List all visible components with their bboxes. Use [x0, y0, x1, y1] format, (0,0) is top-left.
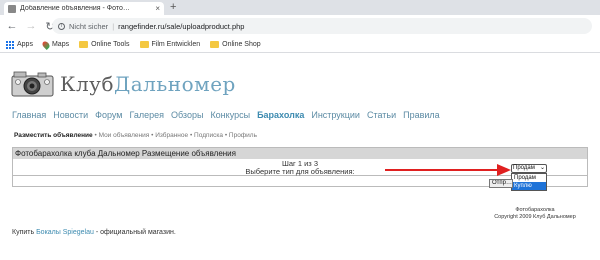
tab-title: Добавление объявления - Фото…: [20, 5, 130, 12]
bookmark-label: Online Shop: [222, 41, 261, 48]
camera-logo-icon[interactable]: [10, 68, 55, 100]
bookmark-online-shop[interactable]: Online Shop: [210, 41, 261, 48]
subnav-item-subscription[interactable]: Подписка: [194, 132, 223, 139]
security-label: Nicht sicher: [69, 21, 109, 31]
logo-main: Клуб: [60, 72, 114, 96]
nav-item-rules[interactable]: Правила: [403, 110, 440, 120]
back-button[interactable]: ←: [5, 20, 19, 32]
new-tab-button[interactable]: +: [170, 1, 176, 14]
ad-type-select[interactable]: Продам ⌄: [511, 164, 547, 173]
subnav-item-my-ads[interactable]: Мои объявления: [99, 132, 150, 139]
browser-tab[interactable]: Добавление объявления - Фото… ×: [4, 2, 164, 15]
apps-icon: [6, 40, 14, 49]
nav-item-home[interactable]: Главная: [12, 110, 46, 120]
chevron-down-icon: ⌄: [539, 165, 545, 171]
subnav-separator: •: [151, 132, 154, 139]
address-separator: |: [112, 21, 115, 31]
shop-link[interactable]: Бокалы Spiegelau: [36, 229, 94, 236]
nav-item-flea-market[interactable]: Барахолка: [257, 110, 304, 120]
shop-promo: Купить Бокалы Spiegelau - официальный ма…: [12, 229, 176, 236]
close-tab-icon[interactable]: ×: [155, 4, 160, 13]
logo-accent: Дальномер: [114, 72, 236, 96]
select-value: Продам: [513, 165, 535, 171]
browser-tab-bar: Добавление объявления - Фото… × +: [0, 0, 600, 15]
main-navigation: Главная Новости Форум Галерея Обзоры Кон…: [12, 110, 440, 120]
bookmark-online-tools[interactable]: Online Tools: [79, 41, 130, 48]
browser-toolbar: ← → ↻ i Nicht sicher | rangefinder.ru/sa…: [0, 15, 600, 37]
subnav-item-post-ad[interactable]: Разместить объявление: [14, 132, 93, 139]
bookmark-label: Online Tools: [91, 41, 130, 48]
bookmarks-bar: Apps Maps Online Tools Film Entwicklen O…: [0, 37, 600, 53]
forward-button[interactable]: →: [24, 20, 38, 32]
address-bar[interactable]: i Nicht sicher | rangefinder.ru/sale/upl…: [52, 18, 592, 34]
site-logo-text[interactable]: КлубДальномер: [60, 72, 236, 96]
nav-item-forum[interactable]: Форум: [95, 110, 122, 120]
subnav-separator: •: [94, 132, 97, 139]
option-sell[interactable]: Продам: [512, 174, 546, 182]
folder-icon: [210, 41, 220, 48]
red-arrow-annotation: [385, 164, 511, 176]
footer-copyright-line: Copyright 2009 Клуб Дальномер: [494, 214, 576, 220]
subnav-separator: •: [224, 132, 228, 139]
sub-navigation: Разместить объявление • Мои объявления •…: [14, 132, 257, 139]
bookmark-label: Film Entwicklen: [151, 41, 201, 48]
bookmark-label: Apps: [17, 41, 33, 48]
nav-item-articles[interactable]: Статьи: [367, 110, 396, 120]
url-text[interactable]: rangefinder.ru/sale/uploadproduct.php: [118, 22, 244, 31]
info-icon[interactable]: i: [58, 22, 65, 30]
bookmark-maps[interactable]: Maps: [41, 39, 70, 50]
option-buy[interactable]: Куплю: [512, 182, 546, 190]
nav-item-contests[interactable]: Конкурсы: [210, 110, 250, 120]
bookmark-apps[interactable]: Apps: [6, 40, 33, 49]
site-favicon-icon: [8, 4, 16, 13]
nav-item-gallery[interactable]: Галерея: [129, 110, 164, 120]
form-header: Фотобарахолка клуба Дальномер Размещение…: [13, 148, 587, 159]
folder-icon: [139, 41, 149, 48]
footer-brand-line: Фотобарахолка: [515, 207, 555, 213]
bookmark-label: Maps: [51, 41, 70, 48]
footer-copyright: Фотобарахолка Copyright 2009 Клуб Дально…: [480, 207, 590, 221]
shop-suffix: - официальный магазин.: [93, 229, 176, 236]
ad-type-dropdown: Продам Куплю: [511, 173, 547, 191]
subnav-item-profile[interactable]: Профиль: [229, 132, 257, 139]
subnav-separator: •: [189, 132, 193, 139]
submit-button[interactable]: Отпр…: [489, 179, 513, 188]
folder-icon: [79, 41, 89, 48]
nav-item-news[interactable]: Новости: [53, 110, 88, 120]
maps-icon: [41, 39, 51, 50]
bookmark-film-entwicklen[interactable]: Film Entwicklen: [139, 41, 201, 48]
nav-item-reviews[interactable]: Обзоры: [171, 110, 203, 120]
subnav-item-favorites[interactable]: Избранное: [155, 132, 188, 139]
nav-item-instructions[interactable]: Инструкции: [311, 110, 360, 120]
shop-prefix: Купить: [12, 229, 37, 236]
